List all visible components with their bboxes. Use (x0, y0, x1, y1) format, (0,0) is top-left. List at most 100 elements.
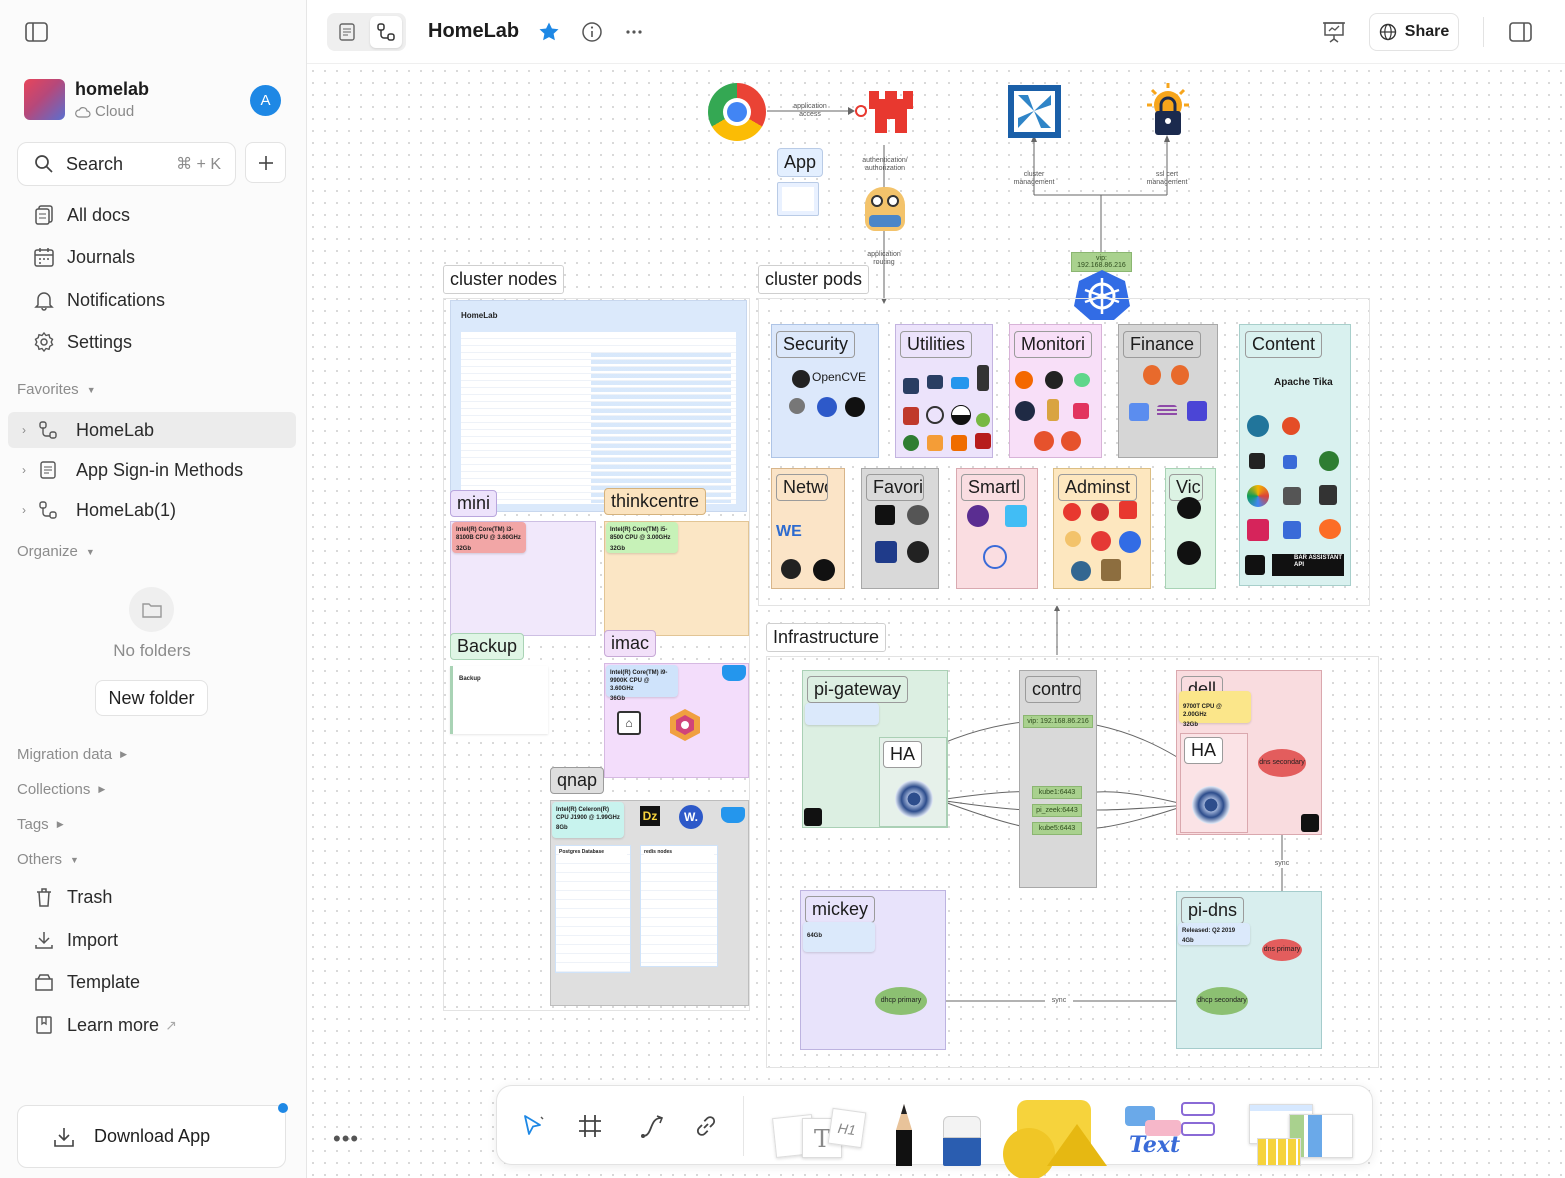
note-mickey-spec[interactable]: 64Gb (803, 922, 875, 952)
kube-chip-3[interactable]: kube5:6443 (1032, 822, 1082, 835)
chevron-right-icon[interactable]: › (14, 463, 34, 477)
select-tool-icon[interactable] (515, 1108, 551, 1144)
frame-label-infrastructure[interactable]: Infrastructure (766, 623, 887, 652)
nav-import-label: Import (67, 929, 119, 950)
info-icon[interactable] (579, 19, 605, 45)
note-qnap-spec[interactable]: Intel(R) Celeron(R) CPU J1900 @ 1.99GHz … (552, 802, 624, 838)
note-text-tool-icon[interactable]: T H1 (772, 1107, 867, 1166)
note-imac-spec[interactable]: Intel(R) Core(TM) i9-9900K CPU @ 3.60GHz… (606, 665, 678, 702)
group-label-monitoring[interactable]: Monitori (1014, 331, 1093, 358)
nav-journals[interactable]: Journals (33, 246, 135, 268)
note-dell-spec[interactable]: 9700T CPU @ 2.00GHz 32Gb (1179, 691, 1251, 728)
group-label-security[interactable]: Security (776, 331, 856, 358)
nav-learn-more[interactable]: Learn more ↗ (33, 1014, 177, 1036)
nav-template[interactable]: Template (33, 971, 140, 993)
dhcp-primary-node[interactable]: dhcp primary (875, 987, 927, 1015)
edgeless-canvas[interactable]: application access authentication/ autho… (307, 65, 1565, 1178)
group-label-thinkcentre[interactable]: thinkcentre (604, 488, 707, 515)
note-pi-dns-spec[interactable]: Released: Q2 2019 4Gb (1178, 923, 1250, 945)
dhcp-secondary-node[interactable]: dhcp secondary (1196, 987, 1248, 1015)
group-label-control[interactable]: contro (1025, 676, 1081, 703)
new-folder-button[interactable]: New folder (95, 680, 208, 716)
more-options-icon[interactable] (621, 19, 647, 45)
nav-notifications[interactable]: Notifications (33, 289, 165, 311)
group-label-imac[interactable]: imac (604, 630, 657, 657)
search-app-icon (1091, 531, 1111, 551)
mindmap-tool-icon[interactable]: Text (1125, 1100, 1217, 1160)
workspace-switcher[interactable]: homelab Cloud (24, 79, 149, 120)
group-label-networking[interactable]: Netwo (776, 474, 828, 501)
kube-chip-1[interactable]: kube1:6443 (1032, 786, 1082, 799)
vip-chip-control[interactable]: vip: 192.168.86.216 (1023, 715, 1093, 728)
favorite-homelab-1[interactable]: › HomeLab(1) (8, 492, 296, 528)
favorites-header[interactable]: Favorites ▼ (17, 381, 96, 398)
eraser-tool-icon[interactable] (943, 1116, 985, 1166)
nav-trash[interactable]: Trash (33, 886, 112, 908)
monitor-app-icon (1047, 399, 1059, 421)
new-doc-button[interactable] (245, 142, 286, 183)
backup-doc-embed[interactable]: Backup (450, 666, 548, 734)
app-card-preview[interactable] (777, 182, 819, 216)
group-label-backup[interactable]: Backup (450, 633, 525, 660)
nav-all-docs[interactable]: All docs (33, 204, 130, 226)
note-pi-gateway-spec[interactable] (805, 703, 879, 725)
postgres-db-table[interactable]: Postgres Database (555, 845, 631, 973)
group-label-mini[interactable]: mini (450, 490, 498, 517)
sidebar-toggle-icon[interactable] (24, 20, 50, 44)
download-icon (54, 1127, 74, 1147)
frame-label-cluster-nodes[interactable]: cluster nodes (443, 265, 565, 294)
chevron-right-icon[interactable]: › (14, 423, 34, 437)
link-tool-icon[interactable] (688, 1108, 724, 1144)
pen-tool-icon[interactable] (893, 1102, 915, 1166)
ha-label-dell[interactable]: HA (1184, 737, 1224, 764)
group-label-content[interactable]: Content (1245, 331, 1323, 358)
favorite-homelab[interactable]: › HomeLab (8, 412, 296, 448)
ha-label-pi-gateway[interactable]: HA (883, 741, 923, 768)
dns-primary-node[interactable]: dns primary (1262, 939, 1302, 961)
frame-tool-icon[interactable] (572, 1108, 608, 1144)
more-tools-icon[interactable]: ••• (333, 1126, 359, 1152)
kube-chip-2[interactable]: pi_zeek:6443 (1032, 804, 1082, 817)
chevron-right-icon[interactable]: › (14, 503, 34, 517)
edgeless-mode-button[interactable] (370, 16, 402, 48)
tags-header[interactable]: Tags ▶ (17, 816, 64, 833)
group-label-mickey[interactable]: mickey (805, 896, 876, 923)
templates-tool-icon[interactable] (1249, 1104, 1353, 1166)
favorites-label: Favorites (17, 381, 79, 398)
page-mode-button[interactable] (331, 16, 363, 48)
favorite-app-sign-in[interactable]: › App Sign-in Methods (8, 452, 296, 488)
shapes-tool-icon[interactable] (1003, 1100, 1107, 1178)
collections-header[interactable]: Collections ▶ (17, 781, 105, 798)
group-label-finance[interactable]: Finance (1123, 331, 1202, 358)
note-mini-spec[interactable]: Intel(R) Core(TM) i3-8100B CPU @ 3.60GHz… (452, 522, 526, 553)
others-header[interactable]: Others ▼ (17, 851, 79, 868)
nav-settings[interactable]: Settings (33, 331, 132, 353)
favorite-star-icon[interactable] (536, 19, 562, 45)
group-label-favorites[interactable]: Favori (866, 474, 924, 501)
doc-title[interactable]: HomeLab (428, 20, 519, 43)
present-icon[interactable] (1321, 19, 1347, 45)
group-label-pi-gateway[interactable]: pi-gateway (807, 676, 909, 703)
search-bar[interactable]: Search ⌘ + K (17, 142, 236, 186)
group-label-utilities[interactable]: Utilities (900, 331, 973, 358)
group-label-pi-dns[interactable]: pi-dns (1181, 897, 1245, 924)
user-avatar[interactable]: A (250, 85, 281, 116)
group-label-qnap[interactable]: qnap (550, 767, 605, 794)
homelab-table-embed[interactable]: HomeLab (450, 300, 747, 512)
docker-icon (951, 377, 969, 389)
group-label-smarthome[interactable]: Smartl (961, 474, 1025, 501)
connector-tool-icon[interactable] (635, 1108, 671, 1144)
organize-header[interactable]: Organize ▼ (17, 543, 95, 560)
photos-icon (1247, 485, 1269, 507)
download-app-button[interactable]: Download App (17, 1105, 286, 1168)
migration-data-header[interactable]: Migration data ▶ (17, 746, 127, 763)
app-card-label[interactable]: App (777, 148, 824, 177)
redis-nodes-table[interactable]: redis nodes (640, 845, 718, 967)
frame-label-cluster-pods[interactable]: cluster pods (758, 265, 870, 294)
dns-secondary-node[interactable]: dns secondary (1258, 749, 1306, 777)
right-sidebar-toggle-icon[interactable] (1508, 19, 1534, 45)
nav-import[interactable]: Import (33, 929, 118, 951)
share-button[interactable]: Share (1369, 13, 1459, 51)
group-label-administration[interactable]: Adminst (1058, 474, 1138, 501)
note-thinkcentre-spec[interactable]: Intel(R) Core(TM) i5-8500 CPU @ 3.00GHz … (606, 522, 678, 553)
